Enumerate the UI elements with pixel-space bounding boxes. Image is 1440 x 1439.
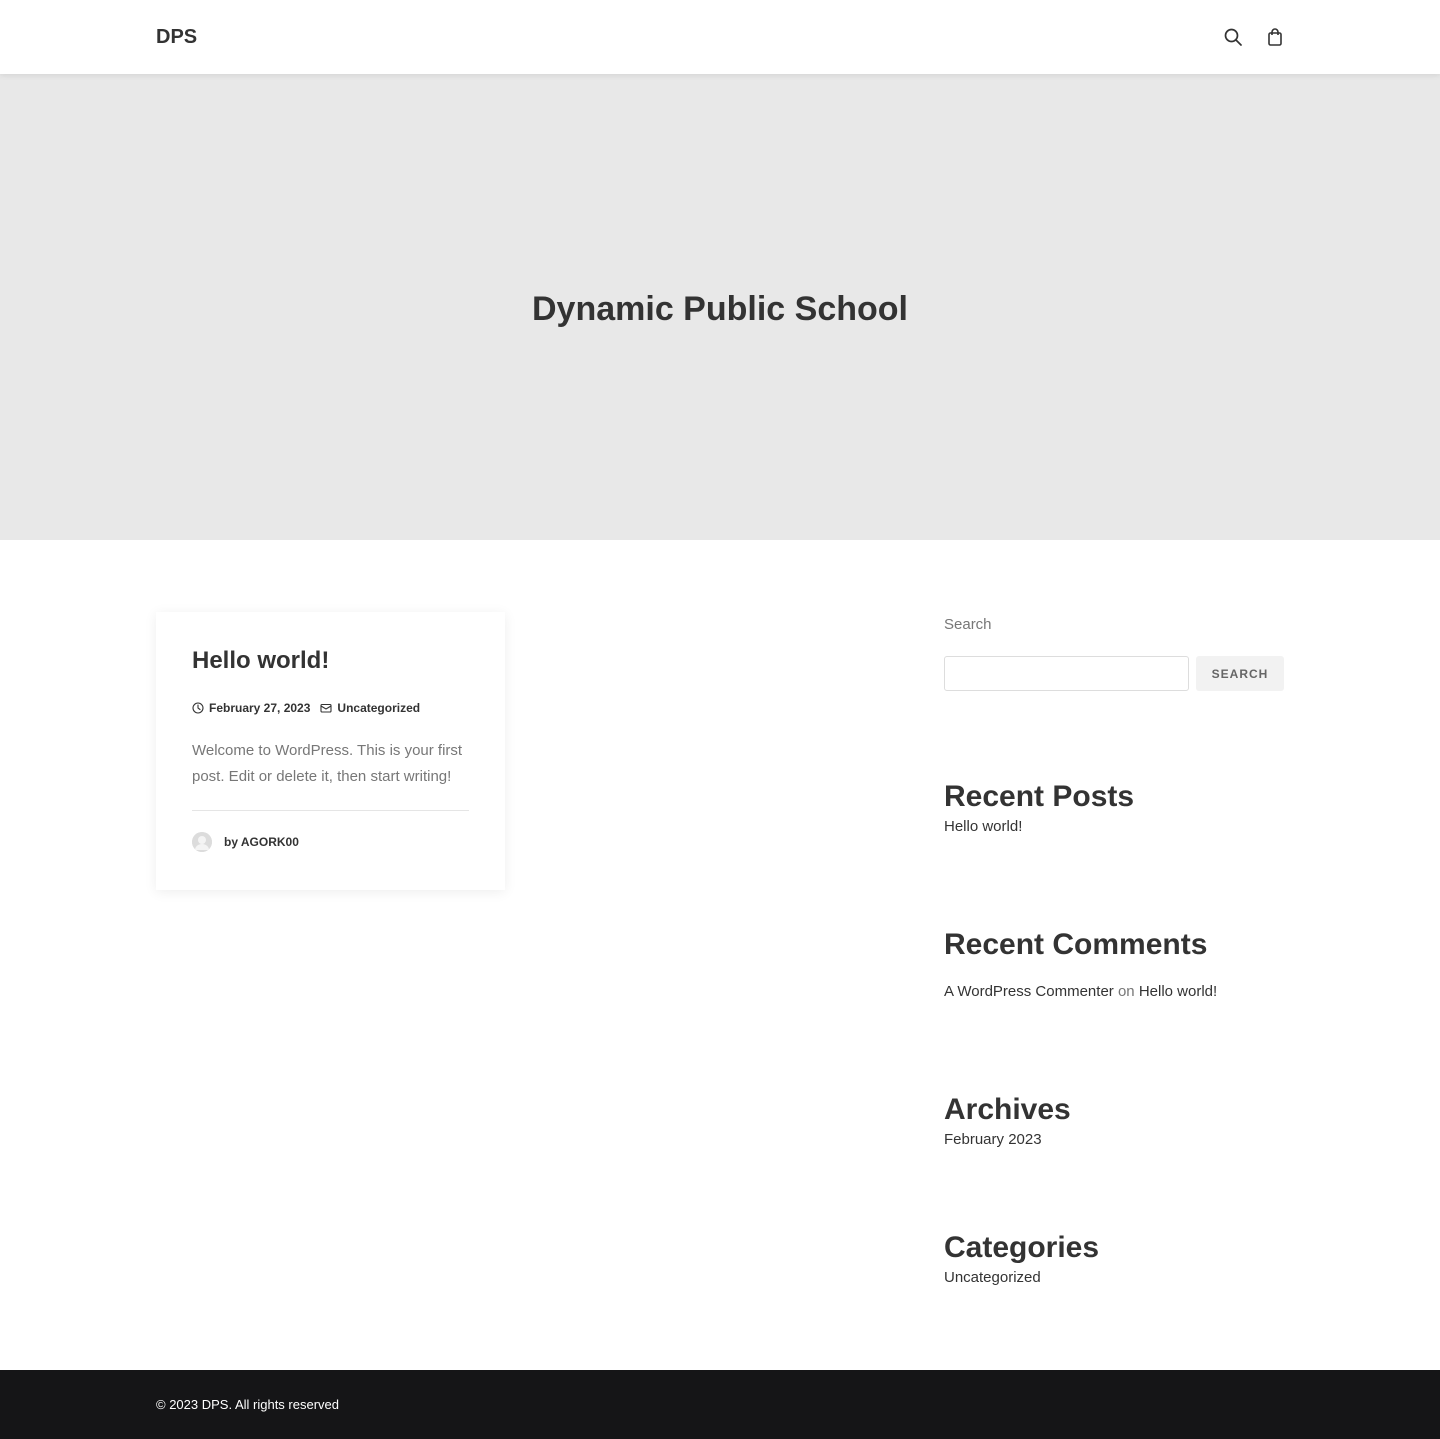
post-category: Uncategorized bbox=[320, 700, 420, 716]
clock-icon bbox=[192, 702, 204, 714]
recent-comments-title: Recent Comments bbox=[944, 928, 1208, 961]
post-author: by AGORK00 bbox=[192, 832, 299, 852]
header-icons bbox=[1222, 26, 1286, 48]
post-title-link[interactable]: Hello world! bbox=[192, 646, 329, 676]
page-title: Dynamic Public School bbox=[532, 290, 908, 328]
recent-comment: A WordPress Commenter on Hello world! bbox=[944, 982, 1217, 1002]
site-header: DPS bbox=[0, 0, 1440, 74]
categories-title: Categories bbox=[944, 1231, 1100, 1264]
comment-post-link[interactable]: Hello world! bbox=[1139, 983, 1217, 1000]
footer-copyright: © 2023 DPS. All rights reserved bbox=[156, 1397, 339, 1412]
post-date-text[interactable]: February 27, 2023 bbox=[209, 700, 310, 716]
category-link[interactable]: Uncategorized bbox=[944, 1268, 1041, 1288]
page-hero: Dynamic Public School bbox=[0, 74, 1440, 540]
post-divider bbox=[192, 810, 469, 811]
site-footer: © 2023 DPS. All rights reserved bbox=[0, 1370, 1440, 1439]
recent-post-link[interactable]: Hello world! bbox=[944, 817, 1022, 837]
avatar bbox=[192, 832, 212, 852]
comment-on-text: on bbox=[1117, 983, 1135, 1000]
search-button[interactable]: Search bbox=[1196, 656, 1284, 691]
post-card: Hello world! February 27, 2023 Uncategor… bbox=[156, 612, 505, 890]
comment-author-link[interactable]: A WordPress Commenter bbox=[944, 983, 1114, 1000]
archive-link[interactable]: February 2023 bbox=[944, 1130, 1042, 1150]
search-input[interactable] bbox=[944, 656, 1189, 691]
folder-icon bbox=[320, 702, 332, 714]
recent-posts-title: Recent Posts bbox=[944, 780, 1135, 813]
shopping-bag-icon[interactable] bbox=[1264, 26, 1286, 48]
site-logo[interactable]: DPS bbox=[156, 25, 197, 49]
search-label: Search bbox=[944, 616, 992, 633]
search-icon[interactable] bbox=[1222, 26, 1244, 48]
post-category-link[interactable]: Uncategorized bbox=[337, 700, 420, 716]
post-meta: February 27, 2023 Uncategorized bbox=[192, 700, 430, 716]
post-excerpt: Welcome to WordPress. This is your first… bbox=[192, 742, 463, 785]
archives-title: Archives bbox=[944, 1093, 1071, 1126]
post-author-link[interactable]: by AGORK00 bbox=[224, 835, 299, 849]
post-date: February 27, 2023 bbox=[192, 700, 310, 716]
